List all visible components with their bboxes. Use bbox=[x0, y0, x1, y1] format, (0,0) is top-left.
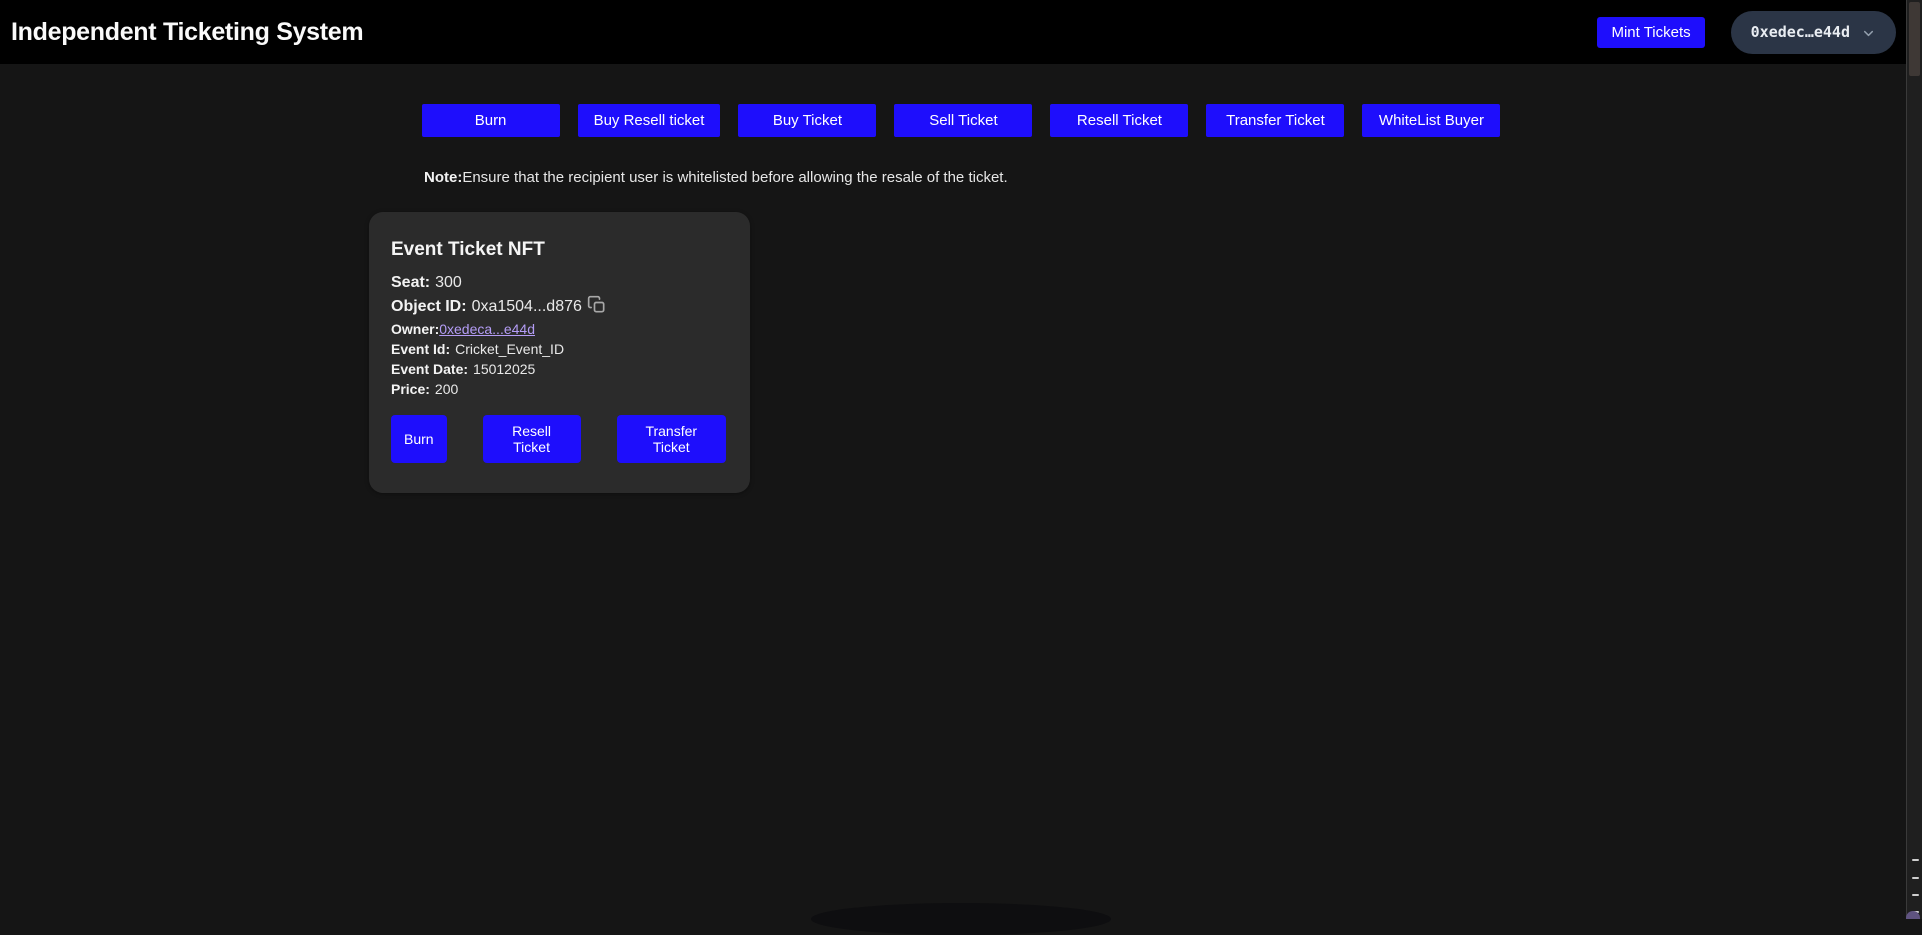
event-ticket-card: Event Ticket NFT Seat: 300 Object ID: 0xa1… bbox=[369, 212, 750, 493]
app-header: Independent Ticketing System Mint Ticket… bbox=[0, 0, 1922, 64]
buy-resell-ticket-button[interactable]: Buy Resell ticket bbox=[577, 104, 721, 137]
bottom-dock-shadow bbox=[811, 903, 1111, 935]
sell-ticket-button[interactable]: Sell Ticket bbox=[894, 104, 1033, 137]
scrollbar[interactable] bbox=[1906, 0, 1922, 919]
card-resell-ticket-button[interactable]: Resell Ticket bbox=[482, 415, 581, 463]
buy-ticket-button[interactable]: Buy Ticket bbox=[738, 104, 877, 137]
copy-icon[interactable] bbox=[587, 295, 607, 315]
note-text: Ensure that the recipient user is whitel… bbox=[462, 169, 1008, 186]
card-transfer-ticket-button[interactable]: Transfer Ticket bbox=[616, 415, 726, 463]
scrollbar-tick bbox=[1912, 859, 1919, 861]
wallet-address: 0xedec…e44d bbox=[1750, 23, 1850, 41]
event-id-row: Event Id: Cricket_Event_ID bbox=[391, 339, 726, 359]
wallet-address-button[interactable]: 0xedec…e44d bbox=[1730, 10, 1896, 54]
burn-button[interactable]: Burn bbox=[421, 104, 560, 137]
resell-ticket-button[interactable]: Resell Ticket bbox=[1050, 104, 1189, 137]
ticket-actions-toolbar: Burn Buy Resell ticket Buy Ticket Sell T… bbox=[0, 104, 1922, 137]
event-id-value: Cricket_Event_ID bbox=[455, 341, 565, 357]
scrollbar-thumb[interactable] bbox=[1909, 2, 1920, 76]
scrollbar-tick bbox=[1912, 877, 1919, 879]
object-id-value: 0xa1504...d876 bbox=[471, 298, 582, 315]
widget-corner bbox=[1906, 911, 1920, 919]
event-id-label: Event Id: bbox=[391, 341, 451, 357]
price-label: Price: bbox=[391, 381, 430, 397]
event-date-value: 15012025 bbox=[473, 361, 536, 377]
card-action-buttons: Burn Resell Ticket Transfer Ticket bbox=[391, 415, 726, 463]
page-title: Independent Ticketing System bbox=[11, 17, 364, 46]
owner-row: Owner:0xedeca...e44d bbox=[391, 319, 726, 339]
note-label: Note: bbox=[424, 169, 463, 186]
scrollbar-tick bbox=[1912, 894, 1919, 896]
header-actions: Mint Tickets 0xedec…e44d bbox=[1597, 10, 1896, 54]
whitelist-note: Note:Ensure that the recipient user is w… bbox=[424, 169, 1922, 186]
object-id-label: Object ID: bbox=[391, 298, 467, 315]
seat-label: Seat: bbox=[391, 274, 431, 291]
transfer-ticket-button[interactable]: Transfer Ticket bbox=[1206, 104, 1345, 137]
owner-address-link[interactable]: 0xedeca...e44d bbox=[439, 321, 535, 337]
chevron-down-icon bbox=[1861, 26, 1876, 41]
whitelist-buyer-button[interactable]: WhiteList Buyer bbox=[1362, 104, 1501, 137]
seat-value: 300 bbox=[435, 274, 462, 291]
event-date-label: Event Date: bbox=[391, 361, 469, 377]
card-burn-button[interactable]: Burn bbox=[391, 415, 447, 463]
seat-row: Seat: 300 bbox=[391, 271, 726, 295]
owner-label: Owner: bbox=[391, 321, 440, 337]
ticket-card-title: Event Ticket NFT bbox=[391, 239, 545, 260]
object-id-row: Object ID: 0xa1504...d876 bbox=[391, 295, 726, 319]
event-date-row: Event Date: 15012025 bbox=[391, 359, 726, 379]
price-row: Price: 200 bbox=[391, 379, 726, 399]
price-value: 200 bbox=[434, 381, 459, 397]
mint-tickets-button[interactable]: Mint Tickets bbox=[1597, 16, 1705, 48]
